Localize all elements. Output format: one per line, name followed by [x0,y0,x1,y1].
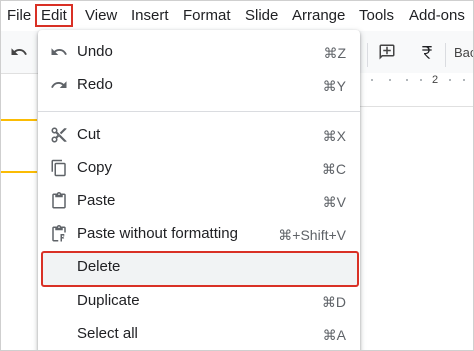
toolbar-separator [445,43,446,67]
menu-file[interactable]: File [7,6,31,25]
menu-item-label: Select all [77,325,138,342]
menu-item-label: Cut [77,126,101,143]
ruler-tick [389,79,391,81]
menu-item-shortcut: ⌘A [322,327,346,343]
slide-thumbnail-border [1,119,37,121]
toolbar-separator [367,43,368,67]
app-window: File Edit View Insert Format Slide Arran… [0,0,474,351]
currency-icon[interactable] [419,43,435,61]
menu-item-paste-without-formatting[interactable]: Paste without formatting ⌘+Shift+V [38,218,360,250]
menu-addons[interactable]: Add-ons [409,6,465,25]
menu-item-duplicate[interactable]: Duplicate ⌘D [38,285,360,317]
ruler-tick [449,79,451,81]
menu-format[interactable]: Format [183,6,231,25]
menu-edit[interactable]: Edit [35,4,73,27]
menubar: File Edit View Insert Format Slide Arran… [1,1,473,30]
menu-view[interactable]: View [85,6,117,25]
ruler-tick [371,79,373,81]
undo-icon [50,43,68,61]
menu-item-label: Paste [77,192,116,209]
ruler-number: 2 [432,74,439,86]
menu-item-label: Copy [77,159,113,176]
add-comment-icon[interactable] [378,43,396,61]
menu-separator [38,111,360,112]
scissors-icon [50,126,68,144]
menu-insert[interactable]: Insert [131,6,169,25]
background-button[interactable]: Bac [454,45,473,60]
menu-item-shortcut: ⌘V [322,194,346,210]
slide-thumbnail-border [1,171,37,173]
menu-item-label: Paste without formatting [77,225,238,242]
menu-item-shortcut: ⌘Z [323,45,346,61]
menu-tools[interactable]: Tools [359,6,394,25]
menu-item-shortcut: ⌘X [322,128,346,144]
menu-item-copy[interactable]: Copy ⌘C [38,152,360,184]
menu-item-label: Delete [77,258,121,275]
ruler-tick [406,79,408,81]
ruler [357,73,473,88]
menu-item-label: Undo [77,43,113,60]
edit-menu-dropdown: Undo ⌘Z Redo ⌘Y Cut ⌘X Copy ⌘C Paste ⌘V … [38,30,360,350]
redo-icon [50,76,68,94]
clipboard-icon [50,192,68,210]
ruler-tick [420,79,422,81]
ruler-tick [463,79,465,81]
menu-item-paste[interactable]: Paste ⌘V [38,185,360,217]
menu-item-label: Redo [77,76,113,93]
menu-item-redo[interactable]: Redo ⌘Y [38,69,360,101]
menu-item-shortcut: ⌘D [321,294,346,310]
menu-item-delete[interactable]: Delete [41,251,359,287]
menu-item-label: Duplicate [77,292,140,309]
toolbar-undo-icon[interactable] [10,43,28,61]
paste-plain-icon [50,225,68,243]
menu-arrange[interactable]: Arrange [292,6,345,25]
menu-slide[interactable]: Slide [245,6,278,25]
menu-item-shortcut: ⌘+Shift+V [278,227,346,243]
slide-edge [359,106,473,107]
copy-icon [50,159,68,177]
menu-item-cut[interactable]: Cut ⌘X [38,119,360,151]
menu-item-shortcut: ⌘Y [322,78,346,94]
menu-item-select-all[interactable]: Select all ⌘A [38,318,360,350]
menu-item-shortcut: ⌘C [321,161,346,177]
menu-item-undo[interactable]: Undo ⌘Z [38,36,360,68]
